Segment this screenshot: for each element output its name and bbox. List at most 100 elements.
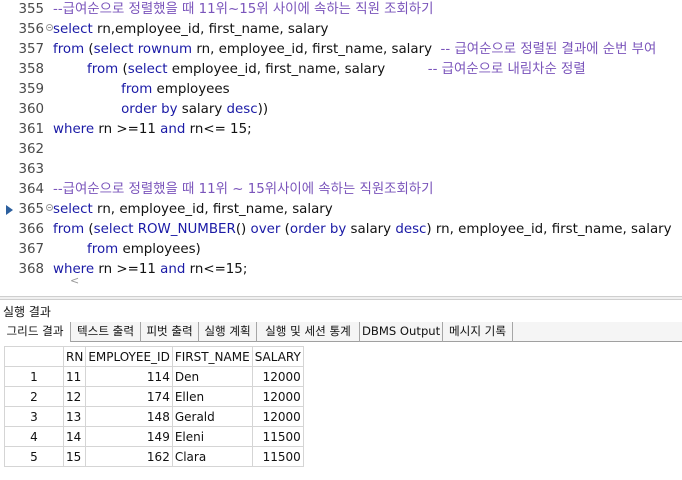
cell-employee-id[interactable]: 162: [85, 446, 173, 467]
tab-execution-plan[interactable]: 실행 계획: [199, 322, 257, 342]
tab-text-output[interactable]: 텍스트 출력: [71, 322, 141, 342]
line-number: 357: [18, 42, 44, 57]
cell-employee-id[interactable]: 114: [85, 366, 173, 387]
tab-message-history[interactable]: 메시지 기록: [443, 322, 513, 342]
line-gutter[interactable]: 359: [0, 80, 46, 100]
grid-corner-cell[interactable]: [4, 346, 64, 367]
fold-toggle-icon[interactable]: [46, 24, 53, 31]
code-line[interactable]: 356 select rn,employee_id, first_name, sa…: [0, 20, 682, 40]
cell-employee-id[interactable]: 148: [85, 406, 173, 427]
code-line[interactable]: 355 --급여순으로 정렬했을 때 11위~15위 사이에 속하는 직원 조회하…: [0, 0, 682, 20]
code-line[interactable]: 363: [0, 160, 682, 180]
row-number[interactable]: 3: [4, 406, 64, 427]
sql-identifier: rn<= 15;: [189, 122, 252, 137]
table-row[interactable]: 1 11 114 Den 12000: [4, 366, 304, 387]
cell-first-name[interactable]: Ellen: [171, 386, 253, 407]
line-gutter[interactable]: 362: [0, 140, 46, 160]
sql-identifier: salary: [350, 222, 396, 237]
line-gutter[interactable]: 358: [0, 60, 46, 80]
panel-splitter[interactable]: [0, 296, 682, 300]
column-header-first-name[interactable]: FIRST_NAME: [171, 346, 253, 367]
sql-keyword: from: [53, 42, 89, 57]
sql-comment: --급여순으로 정렬했을 때 11위 ~ 15위사이에 속하는 직원조회하기: [53, 182, 434, 197]
cell-salary[interactable]: 12000: [251, 386, 304, 407]
cell-salary[interactable]: 12000: [251, 366, 304, 387]
line-gutter[interactable]: 363: [0, 160, 46, 180]
line-gutter[interactable]: 357: [0, 40, 46, 60]
code-line[interactable]: 360 order by salary desc)): [0, 100, 682, 120]
fold-toggle-icon[interactable]: [46, 204, 53, 211]
tab-session-stats[interactable]: 실행 및 세션 통계: [257, 322, 360, 342]
code-line[interactable]: 366 from (select ROW_NUMBER() over (order…: [0, 220, 682, 240]
results-panel-title: 실행 결과: [3, 305, 51, 319]
sql-keyword: from: [53, 82, 157, 97]
tab-pivot-output[interactable]: 피벗 출력: [141, 322, 199, 342]
code-line[interactable]: 364 --급여순으로 정렬했을 때 11위 ~ 15위사이에 속하는 직원조회하…: [0, 180, 682, 200]
sql-keyword: from: [53, 222, 89, 237]
cell-salary[interactable]: 11500: [251, 446, 304, 467]
sql-comment: --급여순으로 정렬했을 때 11위~15위 사이에 속하는 직원 조회하기: [53, 2, 434, 17]
code-text: from (select employee_id, first_name, sa…: [53, 60, 586, 80]
sql-keyword: from: [53, 62, 123, 77]
cell-first-name[interactable]: Eleni: [171, 426, 253, 447]
collapse-arrow-icon[interactable]: <: [70, 274, 79, 287]
row-number[interactable]: 2: [4, 386, 64, 407]
cell-rn[interactable]: 13: [62, 406, 87, 427]
line-gutter[interactable]: 365: [0, 200, 46, 220]
code-line[interactable]: 365 select rn, employee_id, first_name, s…: [0, 200, 682, 220]
sql-comment: -- 급여순으로 정렬된 결과에 순번 부여: [440, 42, 657, 57]
code-line[interactable]: 368 where rn >=11 and rn<=15;: [0, 260, 682, 280]
cell-rn[interactable]: 11: [62, 366, 87, 387]
line-gutter[interactable]: 364: [0, 180, 46, 200]
code-text: where rn >=11 and rn<=15;: [53, 260, 247, 280]
cell-first-name[interactable]: Den: [171, 366, 253, 387]
cell-rn[interactable]: 15: [62, 446, 87, 467]
line-number: 366: [18, 222, 44, 237]
column-header-rn[interactable]: RN: [62, 346, 87, 367]
line-gutter[interactable]: 361: [0, 120, 46, 140]
cell-first-name[interactable]: Clara: [171, 446, 253, 467]
tab-grid-result[interactable]: 그리드 결과: [0, 322, 71, 342]
code-line[interactable]: 358 from (select employee_id, first_name…: [0, 60, 682, 80]
sql-keyword: select: [127, 62, 172, 77]
table-row[interactable]: 4 14 149 Eleni 11500: [4, 426, 304, 447]
line-number: 365: [18, 202, 44, 217]
column-header-salary[interactable]: SALARY: [251, 346, 304, 367]
cell-rn[interactable]: 14: [62, 426, 87, 447]
cell-salary[interactable]: 12000: [251, 406, 304, 427]
line-gutter[interactable]: 367: [0, 240, 46, 260]
code-line[interactable]: 367 from employees): [0, 240, 682, 260]
row-number[interactable]: 5: [4, 446, 64, 467]
sql-keyword: over: [250, 222, 285, 237]
table-row[interactable]: 2 12 174 Ellen 12000: [4, 386, 304, 407]
sql-keyword: select: [53, 22, 98, 37]
tab-dbms-output[interactable]: DBMS Output: [360, 322, 443, 342]
line-gutter[interactable]: 355: [0, 0, 46, 20]
code-line[interactable]: 357 from (select rownum rn, employee_id, …: [0, 40, 682, 60]
line-number: 355: [18, 2, 44, 17]
sql-editor[interactable]: 355 --급여순으로 정렬했을 때 11위~15위 사이에 속하는 직원 조회하…: [0, 0, 682, 292]
cell-employee-id[interactable]: 174: [85, 386, 173, 407]
code-text: from (select rownum rn, employee_id, fir…: [53, 40, 656, 60]
code-line[interactable]: 362: [0, 140, 682, 160]
line-gutter[interactable]: 360: [0, 100, 46, 120]
line-gutter[interactable]: 366: [0, 220, 46, 240]
line-number: 368: [18, 262, 44, 277]
cell-rn[interactable]: 12: [62, 386, 87, 407]
sql-keyword: from: [53, 242, 123, 257]
table-row[interactable]: 3 13 148 Gerald 12000: [4, 406, 304, 427]
line-gutter[interactable]: 368: [0, 260, 46, 280]
cell-first-name[interactable]: Gerald: [171, 406, 253, 427]
line-number: 358: [18, 62, 44, 77]
column-header-employee-id[interactable]: EMPLOYEE_ID: [85, 346, 173, 367]
line-number: 363: [18, 162, 44, 177]
code-line[interactable]: 361 where rn >=11 and rn<= 15;: [0, 120, 682, 140]
line-gutter[interactable]: 356: [0, 20, 46, 40]
row-number[interactable]: 4: [4, 426, 64, 447]
row-number[interactable]: 1: [4, 366, 64, 387]
cell-salary[interactable]: 11500: [251, 426, 304, 447]
code-line[interactable]: 359 from employees: [0, 80, 682, 100]
table-row[interactable]: 5 15 162 Clara 11500: [4, 446, 304, 467]
sql-identifier: (): [235, 222, 251, 237]
cell-employee-id[interactable]: 149: [85, 426, 173, 447]
